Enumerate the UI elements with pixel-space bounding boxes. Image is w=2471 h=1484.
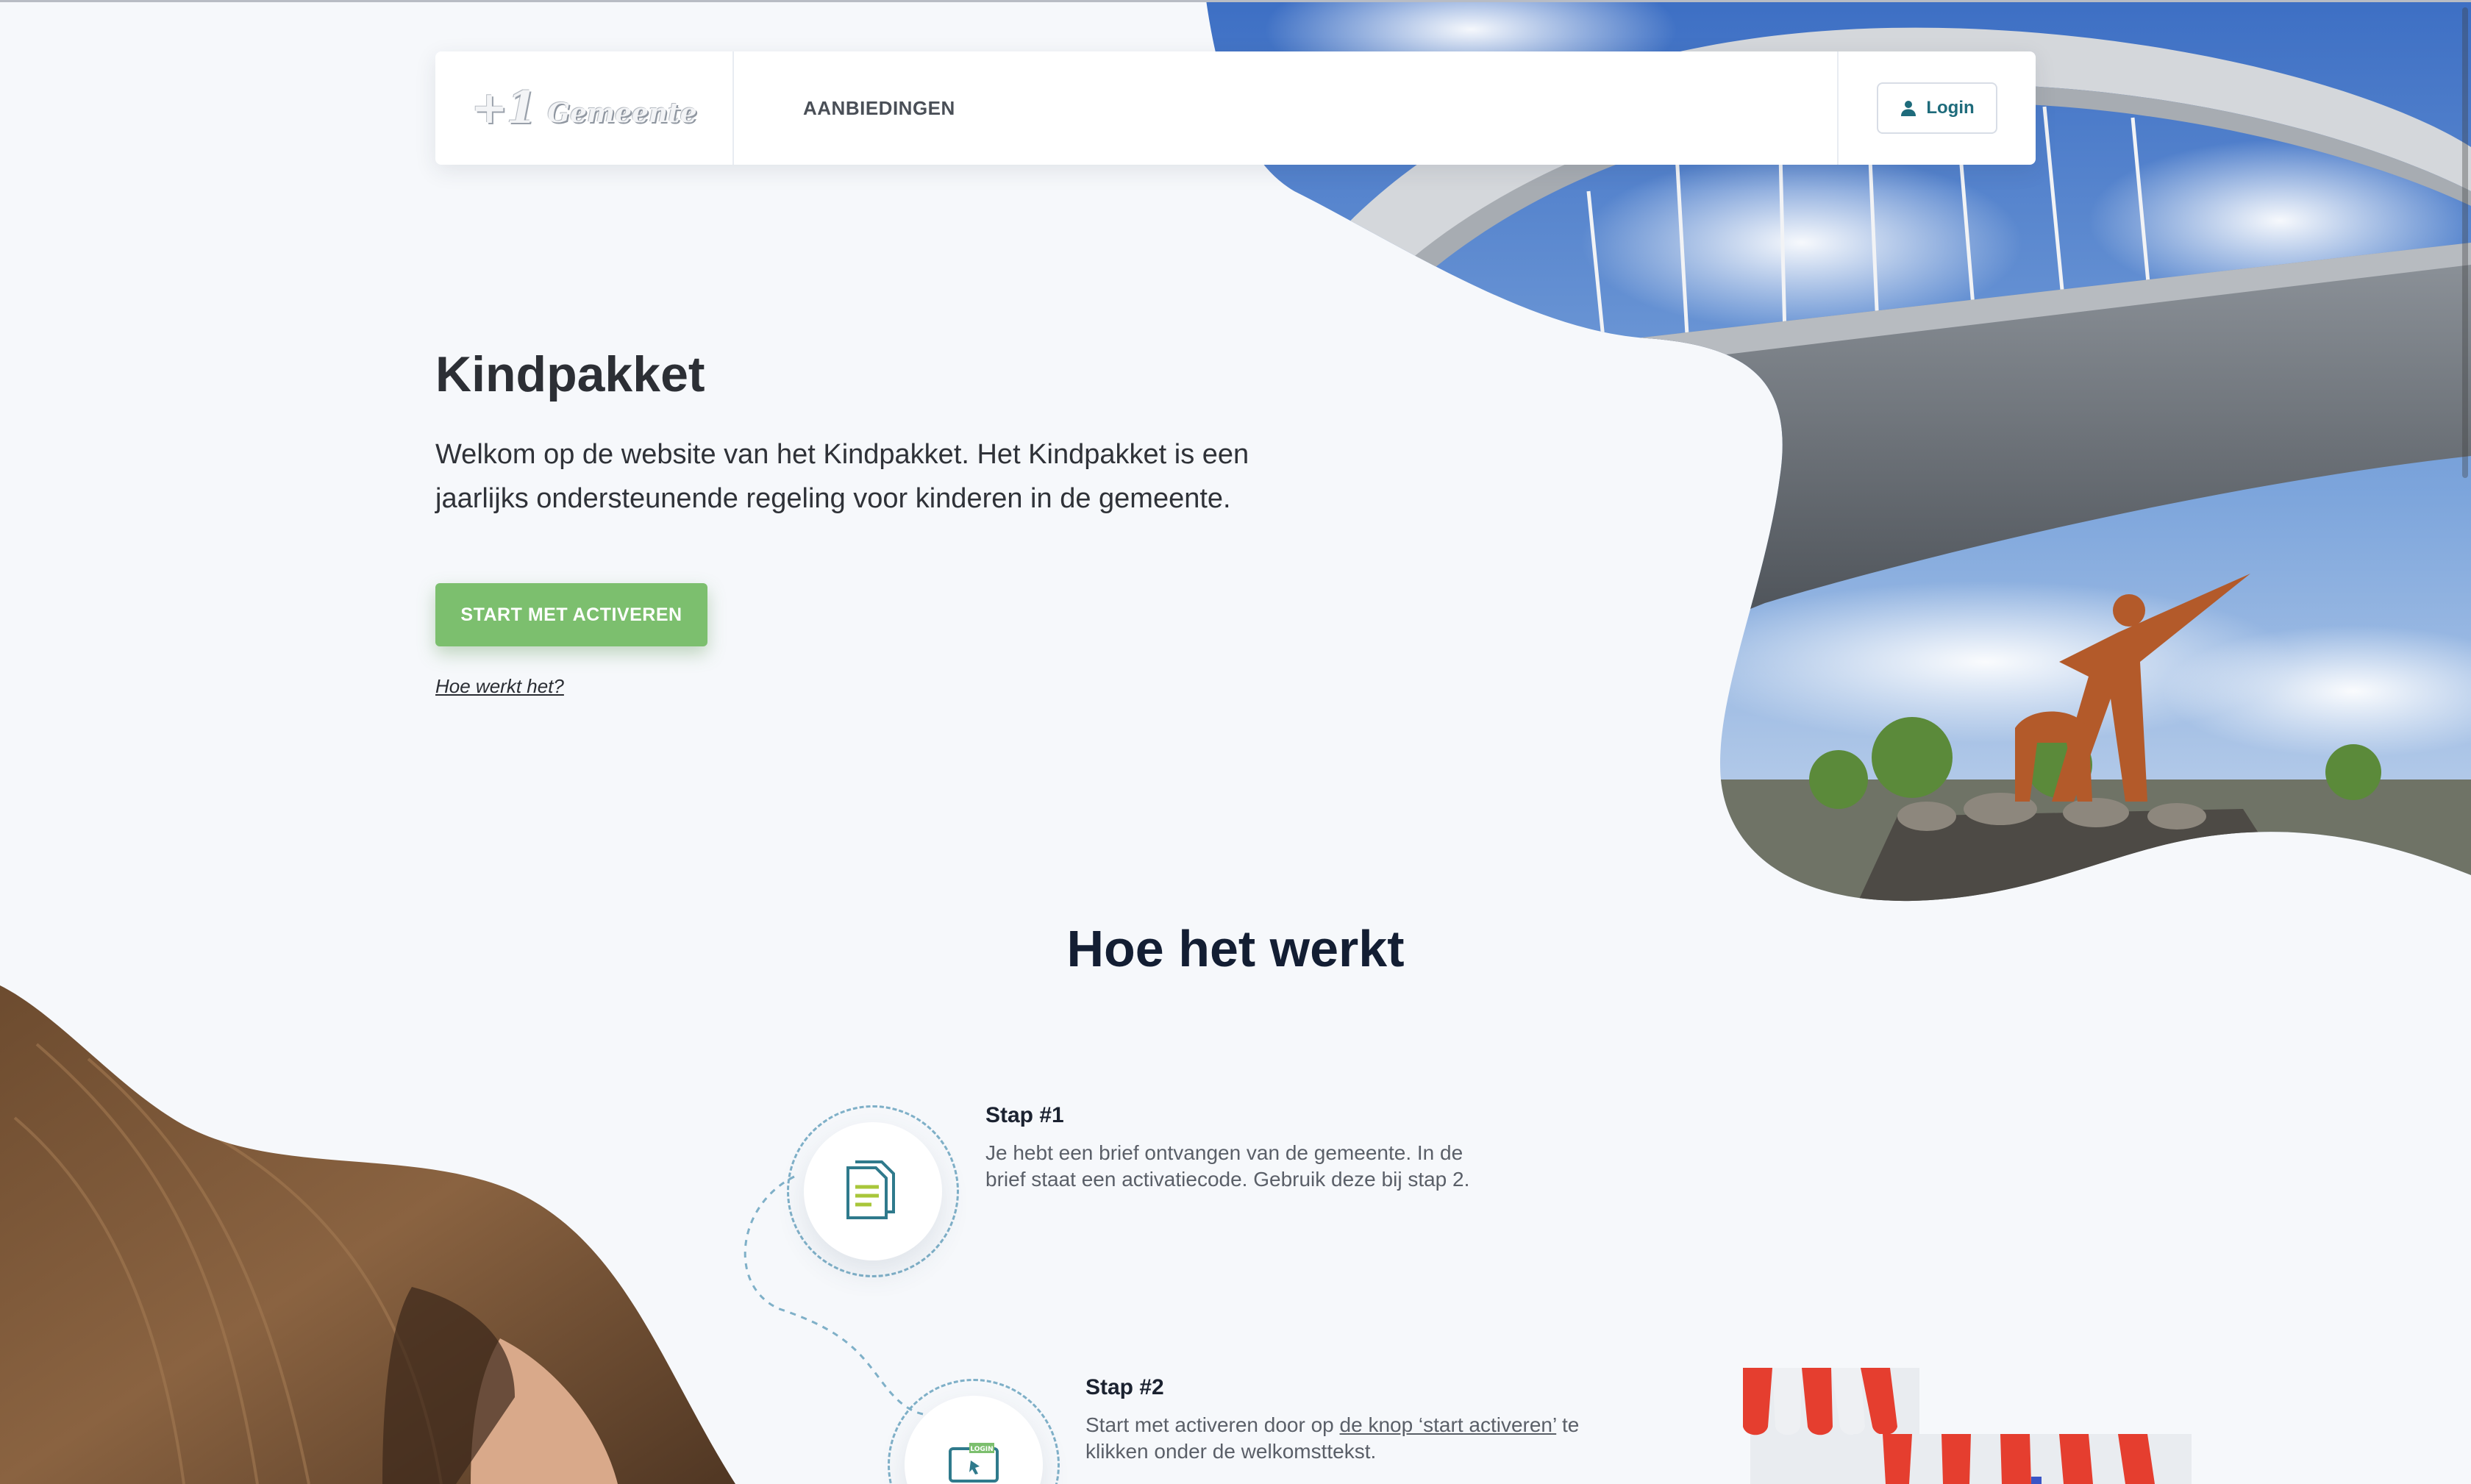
step-1-heading: Stap #1 [985, 1103, 1064, 1127]
document-icon [846, 1160, 895, 1219]
nav-link-aanbiedingen[interactable]: AANBIEDINGEN [803, 97, 955, 120]
logo-mark: +1 [471, 82, 537, 134]
step-2-text-before: Start met activeren door op [1085, 1413, 1340, 1436]
step-1-text: Je hebt een brief ontvangen van de gemee… [985, 1141, 1470, 1191]
nav-links: AANBIEDINGEN [734, 51, 1837, 165]
how-it-works-link[interactable]: Hoe werkt het? [435, 675, 564, 698]
laptop-login-icon: LOGIN [949, 1443, 999, 1483]
start-activeren-button[interactable]: START MET ACTIVEREN [435, 583, 707, 646]
step-2-start-button-link[interactable]: de knop ‘start activeren’ [1340, 1413, 1557, 1436]
login-label: Login [1926, 98, 1975, 118]
page-title: Kindpakket [435, 346, 705, 402]
nav-right: Login [1837, 51, 2036, 165]
user-icon [1901, 101, 1916, 116]
browser-top-line [0, 0, 2471, 2]
step-2-text: Start met activeren door op de knop ‘sta… [1085, 1412, 1630, 1465]
step-2-heading: Stap #2 [1085, 1375, 1164, 1399]
how-it-works-title: Hoe het werkt [1066, 920, 1405, 977]
laptop-login-text: LOGIN [970, 1446, 993, 1453]
shop-awning-icon [1743, 1368, 2192, 1484]
top-navbar: +1 Gemeente AANBIEDINGEN Login [435, 51, 2036, 165]
page-scrollbar[interactable] [2462, 7, 2468, 478]
step-1-icon-circle [787, 1105, 959, 1277]
logo[interactable]: +1 Gemeente [435, 51, 734, 165]
login-button[interactable]: Login [1877, 82, 1997, 134]
logo-text: Gemeente [547, 98, 697, 129]
hero-intro-text: Welkom op de website van het Kindpakket.… [435, 439, 1249, 514]
girl-photo-image [0, 985, 735, 1484]
